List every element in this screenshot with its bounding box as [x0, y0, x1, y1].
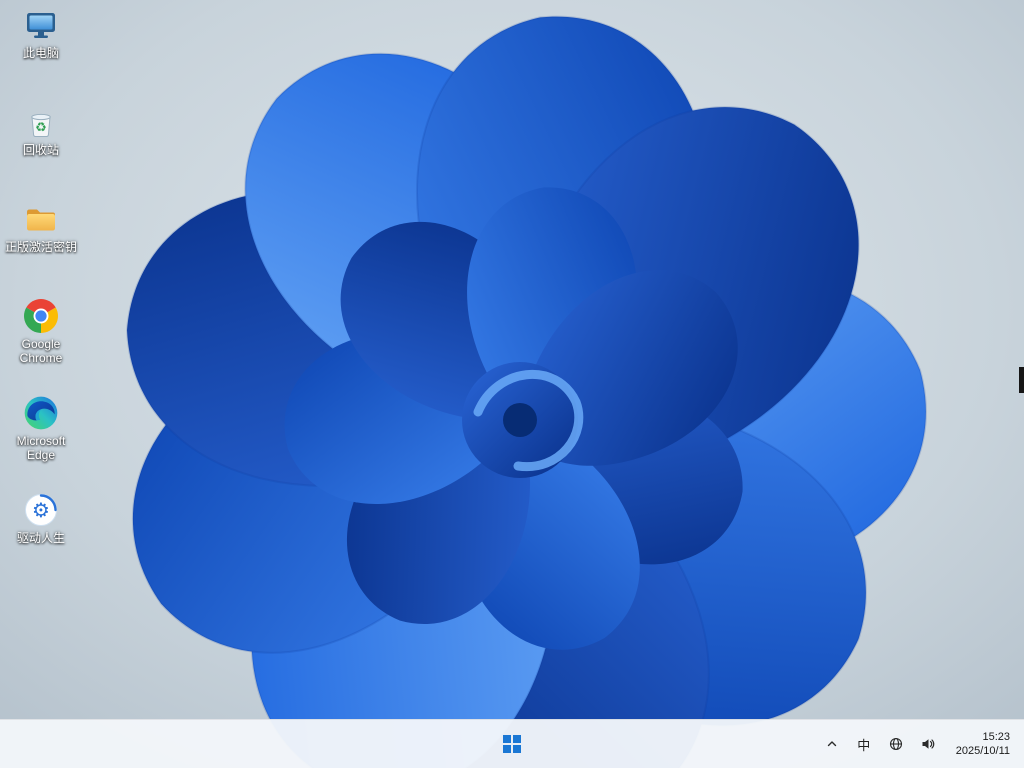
- svg-text:⚙: ⚙: [32, 498, 50, 522]
- svg-text:♻: ♻: [35, 121, 47, 136]
- desktop-icon-this-pc[interactable]: 此电脑: [2, 8, 80, 60]
- clock[interactable]: 15:23 2025/10/11: [950, 727, 1018, 761]
- clock-time: 15:23: [982, 731, 1010, 743]
- network-button[interactable]: [880, 724, 912, 764]
- desktop-icon-activation-folder[interactable]: 正版激活密钥: [2, 202, 80, 254]
- screen: 此电脑 ♻ 回收站 正版激活密钥 Google Chrome Microsoft…: [0, 0, 1024, 768]
- speaker-icon: [922, 739, 935, 749]
- icon-label-activation-folder: 正版激活密钥: [4, 240, 77, 254]
- icon-label-chrome: Google Chrome: [19, 337, 63, 365]
- icon-label-this-pc: 此电脑: [22, 46, 59, 60]
- desktop-icon-edge[interactable]: Microsoft Edge: [2, 396, 80, 462]
- icon-label-edge: Microsoft Edge: [16, 434, 66, 462]
- recycle-bin-icon: ♻: [24, 105, 58, 139]
- this-pc-icon: [24, 8, 58, 42]
- desktop-icon-driver-app[interactable]: ⚙ 驱动人生: [2, 493, 80, 545]
- ime-indicator[interactable]: 中: [848, 724, 880, 764]
- ime-label: 中: [857, 737, 871, 753]
- folder-icon: [24, 202, 58, 236]
- globe-network-icon: [889, 737, 902, 751]
- icon-label-recycle-bin: 回收站: [22, 143, 59, 157]
- icon-label-driver-app: 驱动人生: [16, 531, 65, 545]
- wallpaper-bloom: [0, 0, 1024, 768]
- taskbar: 中 15:23 2025/10/11: [0, 719, 1024, 768]
- edge-icon: [24, 396, 58, 430]
- chevron-up-icon: [827, 741, 836, 747]
- tray-overflow-button[interactable]: [816, 724, 848, 764]
- driver-app-icon: ⚙: [24, 493, 58, 527]
- desktop-icon-chrome[interactable]: Google Chrome: [2, 299, 80, 365]
- volume-button[interactable]: [912, 724, 944, 764]
- system-tray: 中 15:23 2025/10/11: [816, 720, 1018, 768]
- desktop[interactable]: 此电脑 ♻ 回收站 正版激活密钥 Google Chrome Microsoft…: [0, 0, 1024, 768]
- clock-date: 2025/10/11: [955, 745, 1010, 757]
- screen-edge-artifact: [1019, 367, 1024, 393]
- desktop-icon-recycle-bin[interactable]: ♻ 回收站: [2, 105, 80, 157]
- windows-start-icon: [503, 735, 521, 753]
- chrome-icon: [24, 299, 58, 333]
- start-button[interactable]: [492, 724, 532, 764]
